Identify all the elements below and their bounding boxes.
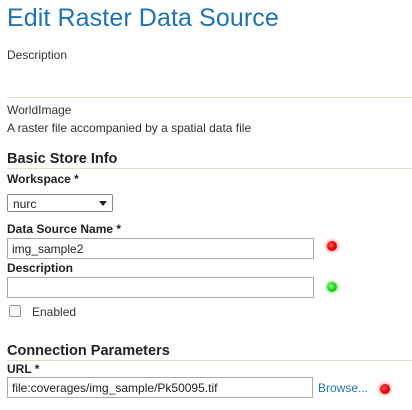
data-source-name-label: Data Source Name * — [7, 222, 122, 236]
data-source-name-input[interactable] — [7, 238, 314, 259]
description-label: Description — [7, 261, 74, 275]
url-label: URL * — [7, 362, 40, 376]
divider — [7, 360, 412, 361]
workspace-label: Workspace * — [7, 172, 79, 186]
url-input[interactable] — [7, 377, 313, 398]
required-invalid-indicator-icon — [380, 384, 390, 394]
connection-parameters-heading: Connection Parameters — [7, 343, 170, 359]
enabled-label: Enabled — [32, 305, 77, 319]
workspace-select[interactable]: nurc — [7, 194, 113, 212]
enabled-checkbox[interactable] — [9, 305, 21, 317]
basic-store-info-heading: Basic Store Info — [7, 151, 118, 167]
divider — [7, 97, 412, 98]
page-description-label: Description — [7, 48, 68, 62]
store-type-summary: A raster file accompanied by a spatial d… — [7, 121, 252, 135]
valid-indicator-icon — [327, 282, 337, 292]
required-invalid-indicator-icon — [327, 241, 337, 251]
description-input[interactable] — [7, 277, 314, 298]
divider — [7, 168, 412, 169]
chevron-down-icon — [99, 201, 107, 206]
page-title: Edit Raster Data Source — [7, 4, 279, 32]
browse-link[interactable]: Browse... — [318, 381, 368, 395]
workspace-selected-value: nurc — [13, 197, 37, 211]
store-type-name: WorldImage — [7, 103, 72, 117]
